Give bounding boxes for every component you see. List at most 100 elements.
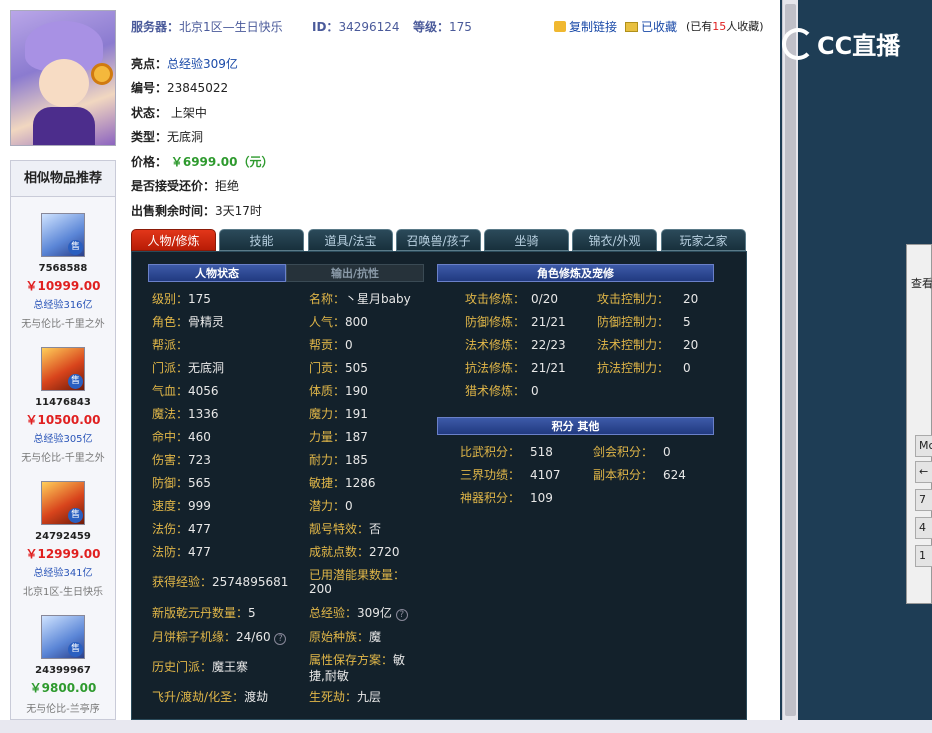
character-panel: 人物状态 输出/抗性 角色修炼及宠修 积分 其他 级别：175 角色：骨精灵 帮派：… (131, 251, 747, 720)
dialog-button-1[interactable]: 1 (915, 545, 932, 567)
stat-row-value: 565 (188, 476, 211, 490)
tab-mounts[interactable]: 坐骑 (484, 229, 569, 251)
dialog-button-back[interactable]: ← (915, 461, 932, 483)
tab-items[interactable]: 道具/法宝 (308, 229, 393, 251)
stat-row: 靓号特效：否 (309, 520, 381, 537)
tab-pets[interactable]: 召唤兽/孩子 (396, 229, 481, 251)
favorite-count-text: (已有15人收藏) (686, 18, 764, 34)
ascend-value: 渡劫 (244, 690, 269, 704)
points-row-label: 神器积分： (460, 491, 521, 505)
dialog-button-7[interactable]: 7 (915, 489, 932, 511)
header-character-status[interactable]: 人物状态 (148, 264, 286, 282)
status-row: 状态： 上架中 (131, 104, 207, 121)
recommend-exp[interactable]: 总经验305亿 (11, 430, 115, 445)
stat-row-label: 命中： (152, 430, 189, 444)
sale-tag: 售 (68, 642, 83, 657)
avatar-ornament (91, 63, 113, 85)
top-info-line: 服务器：北京1区—生日快乐 ID：34296124 等级：175 复制链接 已收… (131, 18, 771, 36)
stat-row-value: 723 (188, 453, 211, 467)
stat-row: 级别：175 (152, 290, 211, 307)
stat-row: 法伤：477 (152, 520, 211, 537)
stat-row-value: 505 (345, 361, 368, 375)
stat-row-value: 0 (345, 499, 353, 513)
life-death-row: 生死劫：九层 (309, 688, 381, 705)
stat-row-label: 名称： (309, 292, 346, 306)
stat-row-label: 帮派： (152, 338, 189, 352)
recommend-item[interactable]: 售 7568588 ￥10999.00 总经验316亿 无与伦比-千里之外 (11, 197, 115, 331)
attr-save-label: 属性保存方案： (309, 653, 394, 667)
exp-value: 2574895681 (212, 575, 289, 589)
recommend-item[interactable]: 售 11476843 ￥10500.00 总经验305亿 无与伦比-千里之外 (11, 331, 115, 465)
dialog-button-mc[interactable]: Mc (915, 435, 932, 457)
stat-row-value: 骨精灵 (188, 315, 225, 329)
stat-row-label: 耐力： (309, 453, 346, 467)
link-icon (554, 21, 566, 32)
recommend-item[interactable]: 售 24399967 ￥9800.00 无与伦比-兰亭序 (11, 599, 115, 733)
sale-tag: 售 (68, 240, 83, 255)
stat-row-value: 460 (188, 430, 211, 444)
counter-value: 拒绝 (215, 179, 240, 193)
recommend-id: 7568588 (38, 263, 88, 274)
attr-save-row: 属性保存方案：敏 (309, 651, 405, 668)
stat-row: 潜力：0 (309, 497, 353, 514)
stat-row-value: 4056 (188, 384, 219, 398)
zongzi-value: 24/60 (236, 630, 271, 644)
recommend-thumb[interactable]: 售 (41, 615, 85, 659)
cultivation-row-value: 0/20 (531, 292, 558, 306)
fav-suffix: 人收藏) (726, 20, 764, 33)
ascend-label: 飞升/渡劫/化圣： (152, 690, 245, 704)
avatar-face (39, 59, 89, 107)
highlight-label: 亮点： (131, 57, 168, 71)
left-column: 相似物品推荐 售 7568588 ￥10999.00 总经验316亿 无与伦比-… (10, 10, 122, 720)
favorite-button[interactable]: 已收藏 (625, 18, 677, 35)
tab-skills[interactable]: 技能 (219, 229, 304, 251)
stat-row-label: 角色： (152, 315, 189, 329)
dialog-label: 查看 (911, 277, 932, 290)
exp-label: 获得经验： (152, 575, 213, 589)
stat-row: 敏捷：1286 (309, 474, 376, 491)
stat-row-value: 175 (188, 292, 211, 306)
copy-link-button[interactable]: 复制链接 (554, 18, 617, 35)
scrollbar-thumb[interactable] (785, 4, 796, 716)
stat-row: 帮派： (152, 336, 188, 353)
recommend-item[interactable]: 售 24792459 ￥12999.00 总经验341亿 北京1区-生日快乐 (11, 465, 115, 599)
recommend-thumb[interactable]: 售 (41, 481, 85, 525)
stat-row-value: 2720 (369, 545, 400, 559)
stat-row-value: 190 (345, 384, 368, 398)
control-row-value: 0 (683, 361, 691, 375)
stat-row-label: 帮贡： (309, 338, 346, 352)
recommend-exp[interactable]: 总经验316亿 (11, 296, 115, 311)
stat-row-value: 丶星月baby (345, 292, 411, 306)
cultivation-row-label: 防御修炼： (465, 315, 526, 329)
recommend-exp[interactable]: 总经验341亿 (11, 564, 115, 579)
vertical-scrollbar[interactable] (782, 0, 798, 720)
type-row: 类型：无底洞 (131, 128, 203, 145)
points-row-label: 三界功绩： (460, 468, 521, 482)
recommend-id: 24792459 (35, 531, 91, 542)
stat-row-value: 191 (345, 407, 368, 421)
price-row: 价格： ￥6999.00（元） (131, 153, 274, 170)
tab-player-home[interactable]: 玩家之家 (661, 229, 746, 251)
history-label: 历史门派： (152, 660, 213, 674)
sale-tag: 售 (68, 508, 83, 523)
stat-row-value: 0 (345, 338, 353, 352)
header-cultivation: 角色修炼及宠修 (437, 264, 714, 282)
header-output-resist[interactable]: 输出/抗性 (286, 264, 424, 282)
recommend-price: ￥10999.00 (25, 279, 101, 293)
points-row-label: 比武积分： (460, 445, 521, 459)
stat-row-value: 否 (369, 522, 382, 536)
dialog-button-4[interactable]: 4 (915, 517, 932, 539)
recommend-thumb[interactable]: 售 (41, 213, 85, 257)
stat-row-label: 力量： (309, 430, 346, 444)
stat-row-label: 成就点数： (309, 545, 370, 559)
tab-character[interactable]: 人物/修炼 (131, 229, 216, 251)
help-icon[interactable]: ? (395, 609, 408, 621)
stat-row: 防御：565 (152, 474, 211, 491)
points-row-value: 518 (530, 445, 553, 459)
recommend-thumb[interactable]: 售 (41, 347, 85, 391)
highlight-value[interactable]: 总经验309亿 (167, 57, 238, 71)
total-exp-row: 总经验：309亿 ? (309, 604, 408, 621)
help-icon[interactable]: ? (274, 633, 287, 645)
stat-row-value: 无底洞 (188, 361, 225, 375)
tab-appearance[interactable]: 锦衣/外观 (572, 229, 657, 251)
